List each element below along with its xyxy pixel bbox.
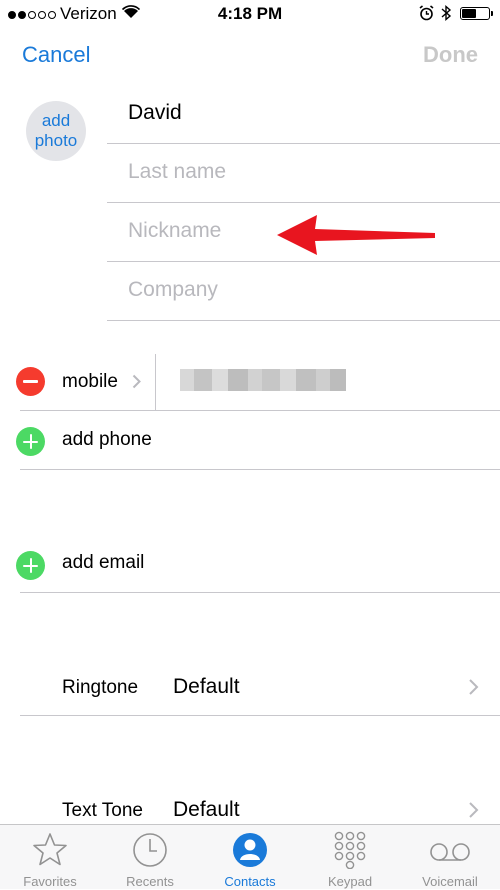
done-button[interactable]: Done: [423, 42, 478, 68]
divider: [107, 320, 500, 321]
clock-icon: [133, 833, 167, 867]
add-phone-button[interactable]: [16, 427, 45, 456]
bluetooth-icon: [441, 4, 452, 22]
battery-tip: [491, 11, 493, 16]
chevron-right-icon: [469, 679, 479, 695]
tab-favorites[interactable]: Favorites: [0, 825, 100, 890]
battery-icon: [460, 7, 490, 20]
chevron-right-icon: [469, 802, 479, 818]
phone-number-field[interactable]: [180, 369, 346, 391]
tab-label: Recents: [126, 874, 174, 889]
ringtone-label[interactable]: Ringtone: [62, 677, 138, 699]
person-icon: [233, 833, 267, 867]
tab-keypad[interactable]: Keypad: [300, 825, 400, 890]
divider: [20, 410, 500, 411]
add-photo-button[interactable]: add photo: [26, 101, 86, 161]
divider: [107, 261, 500, 262]
text-tone-label[interactable]: Text Tone: [62, 800, 143, 822]
nickname-field[interactable]: Nickname: [128, 219, 221, 243]
tab-voicemail[interactable]: Voicemail: [400, 825, 500, 890]
add-photo-label-line2: photo: [34, 131, 78, 150]
tab-label: Keypad: [327, 874, 373, 889]
ringtone-value[interactable]: Default: [173, 675, 240, 699]
divider: [20, 715, 500, 716]
keypad-icon: [334, 831, 366, 869]
tab-contacts[interactable]: Contacts: [200, 825, 300, 890]
company-field[interactable]: Company: [128, 278, 218, 302]
tab-label: Favorites: [23, 874, 77, 889]
voicemail-icon: [430, 843, 470, 861]
last-name-field[interactable]: Last name: [128, 160, 226, 184]
chevron-right-icon: [132, 374, 141, 389]
alarm-icon: [419, 5, 434, 21]
divider: [20, 592, 500, 593]
tab-recents[interactable]: Recents: [100, 825, 200, 890]
divider: [107, 202, 500, 203]
delete-phone-button[interactable]: [16, 367, 45, 396]
status-bar: Verizon 4:18 PM: [0, 0, 500, 30]
add-phone-label[interactable]: add phone: [62, 429, 152, 451]
add-email-label[interactable]: add email: [62, 552, 144, 574]
divider: [155, 354, 156, 410]
add-photo-label-line1: add: [41, 111, 71, 130]
phone-label-mobile[interactable]: mobile: [62, 371, 118, 393]
first-name-field[interactable]: David: [128, 101, 182, 125]
divider: [20, 469, 500, 470]
star-icon: [33, 833, 67, 866]
add-email-button[interactable]: [16, 551, 45, 580]
annotation-arrow-icon: [277, 215, 435, 255]
divider: [107, 143, 500, 144]
tab-bar: Favorites Recents Contacts Keypad Voicem…: [0, 824, 500, 889]
cancel-button[interactable]: Cancel: [22, 42, 90, 68]
text-tone-value[interactable]: Default: [173, 798, 240, 822]
tab-label: Contacts: [224, 874, 276, 889]
tab-label: Voicemail: [422, 874, 478, 889]
